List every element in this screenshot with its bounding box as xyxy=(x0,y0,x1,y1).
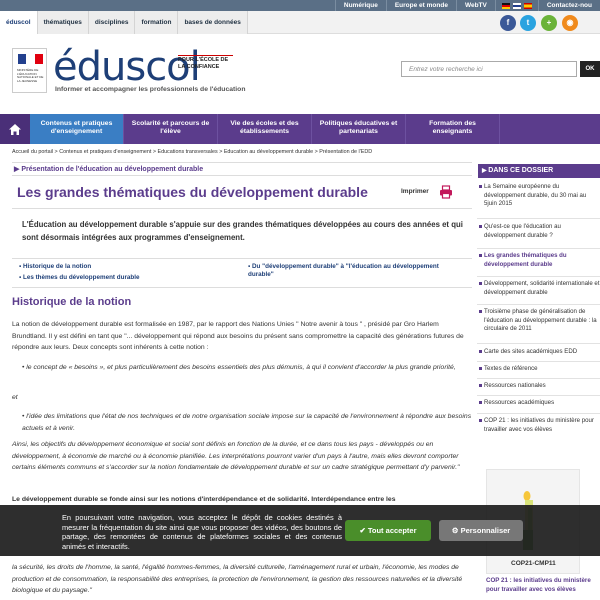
sidebar-divider xyxy=(477,378,600,379)
nav-scolarite[interactable]: Scolarité et parcours de l'élève xyxy=(124,114,218,144)
tab-bases-de-donnees[interactable]: bases de données xyxy=(178,11,248,34)
sidebar-item-label: Carte des sites académiques EDD xyxy=(484,348,578,355)
toc-themes[interactable]: ▪ Les thèmes du développement durable xyxy=(19,274,140,282)
sidebar-item[interactable]: Qu'est-ce que l'éducation au développeme… xyxy=(477,223,600,240)
breadcrumb[interactable]: Accueil du portail > Contenus et pratiqu… xyxy=(12,149,472,155)
sidebar-divider xyxy=(477,304,600,305)
home-button[interactable] xyxy=(0,114,30,144)
sidebar-item-label: Textes de référence xyxy=(484,365,538,372)
link-numerique[interactable]: Numérique xyxy=(334,0,386,11)
bullet-2-text: l'idée des limitations que l'état de nos… xyxy=(22,413,472,432)
twitter-icon[interactable]: t xyxy=(520,15,536,31)
paragraph-1: La notion de développement durable est f… xyxy=(12,321,464,351)
nav-vie-ecoles[interactable]: Vie des écoles et des établissements xyxy=(218,114,312,144)
paragraph-3: Le développement durable se fonde ainsi … xyxy=(12,496,396,503)
sidebar-item[interactable]: La Semaine européenne du développement d… xyxy=(477,183,600,209)
bullet-2: • l'idée des limitations que l'état de n… xyxy=(22,413,472,432)
marianne-flag xyxy=(18,54,43,64)
sidebar-item-current[interactable]: Les grandes thématiques du développement… xyxy=(477,252,600,269)
cop21-caption[interactable]: COP 21 : les initiatives du ministère po… xyxy=(486,577,591,594)
section-title: Historique de la notion xyxy=(12,296,132,308)
sidebar-item[interactable]: Textes de référence xyxy=(477,365,600,374)
sidebar-item-label: COP 21 : les initiatives du ministère po… xyxy=(484,417,594,433)
conjunction-et: et xyxy=(12,394,18,401)
top-bar: Numérique Europe et monde WebTV Contacte… xyxy=(0,0,600,11)
bullet-1-text: le concept de « besoins », et plus parti… xyxy=(26,364,456,371)
flag-de-icon[interactable] xyxy=(501,2,510,9)
paragraph-2: Ainsi, les objectifs du développement éc… xyxy=(12,441,460,471)
ministry-logo[interactable]: MINISTÈRE DE L'ÉDUCATION NATIONALE ET DE… xyxy=(12,48,47,93)
sidebar-item[interactable]: Troisième phase de généralisation de l'é… xyxy=(477,308,600,334)
top-links: Numérique Europe et monde WebTV Contacte… xyxy=(334,0,600,11)
sidebar-item-label: Ressources académiques xyxy=(484,399,555,406)
sidebar-divider xyxy=(477,343,600,344)
sidebar-item[interactable]: Développement, solidarité internationale… xyxy=(477,280,600,297)
rss-icon[interactable]: ◉ xyxy=(562,15,578,31)
link-contact[interactable]: Contactez-nou xyxy=(537,0,600,11)
sidebar-item[interactable]: Ressources académiques xyxy=(477,399,600,408)
plus-icon[interactable]: + xyxy=(541,15,557,31)
sidebar-divider xyxy=(477,413,600,414)
sidebar-divider xyxy=(477,218,600,219)
print-icon[interactable] xyxy=(439,185,453,199)
section-heading[interactable]: ▶ Présentation de l'éducation au dévelop… xyxy=(12,162,472,176)
sidebar-item-label: Qu'est-ce que l'éducation au développeme… xyxy=(484,223,561,239)
page-title: Les grandes thématiques du développement… xyxy=(17,184,368,200)
sidebar-item-label: Ressources nationales xyxy=(484,382,546,389)
flag-uk-icon[interactable] xyxy=(512,2,521,9)
sidebar-divider xyxy=(477,248,600,249)
sidebar-divider xyxy=(477,276,600,277)
language-flags xyxy=(494,0,538,11)
nav-contenus[interactable]: Contenus et pratiques d'enseignement xyxy=(30,114,124,144)
tab-formation[interactable]: formation xyxy=(135,11,179,34)
accept-all-button[interactable]: ✔ Tout accepter xyxy=(345,520,431,541)
link-europe[interactable]: Europe et monde xyxy=(385,0,456,11)
toc-themes-label: Les thèmes du développement durable xyxy=(22,274,140,281)
toc-historique[interactable]: ▪ Historique de la notion xyxy=(19,263,91,271)
section-heading-text: Présentation de l'éducation au développe… xyxy=(21,166,204,173)
cookie-text: En poursuivant votre navigation, vous ac… xyxy=(62,513,342,551)
accept-all-label: Tout accepter xyxy=(367,526,417,535)
customize-label: Personnaliser xyxy=(460,526,511,535)
tab-eduscol[interactable]: éduscol xyxy=(0,11,38,34)
search-button[interactable]: OK xyxy=(580,61,600,77)
logo-text: MINISTÈRE DE L'ÉDUCATION NATIONALE ET DE… xyxy=(17,68,44,83)
gear-icon: ⚙ xyxy=(451,526,461,535)
sidebar-item-label: Troisième phase de généralisation de l'é… xyxy=(484,308,597,332)
sidebar-item-label: La Semaine européenne du développement d… xyxy=(484,183,587,207)
tagline: Informer et accompagner les professionne… xyxy=(55,86,246,93)
sidebar-divider xyxy=(477,361,600,362)
sidebar-title: DANS CE DOSSIER xyxy=(478,164,600,178)
flag-es-icon[interactable] xyxy=(523,2,532,9)
toc-du-dd-a-edd[interactable]: ▪ Du "développement durable" à "l'éducat… xyxy=(248,263,448,279)
customize-button[interactable]: ⚙ Personnaliser xyxy=(439,520,523,541)
tab-thematiques[interactable]: thématiques xyxy=(37,11,89,34)
sidebar-divider xyxy=(477,395,600,396)
table-of-contents: ▪ Historique de la notion ▪ Les thèmes d… xyxy=(12,258,472,288)
sidebar-item[interactable]: Ressources nationales xyxy=(477,382,600,391)
nav-politiques[interactable]: Politiques éducatives et partenariats xyxy=(312,114,406,144)
sidebar-item-label: Développement, solidarité internationale… xyxy=(484,280,600,296)
toc-du-dd-label: Du "développement durable" à "l'éducatio… xyxy=(248,263,439,278)
link-webtv[interactable]: WebTV xyxy=(455,0,495,11)
home-icon xyxy=(9,123,21,135)
paragraph-4: la sécurité, les droits de l'homme, la s… xyxy=(12,564,463,594)
print-label[interactable]: Imprimer xyxy=(401,188,429,195)
nav-formation[interactable]: Formation des enseignants xyxy=(406,114,500,144)
search-input[interactable]: Entrez votre recherche ici xyxy=(401,61,577,77)
sidebar-item[interactable]: COP 21 : les initiatives du ministère po… xyxy=(477,417,600,434)
divider xyxy=(12,208,472,209)
brand-subtitle: POUR L'ÉCOLE DE LA CONFIANCE xyxy=(178,55,233,71)
check-icon: ✔ xyxy=(359,526,368,535)
site-bar: éduscol thématiques disciplines formatio… xyxy=(0,11,600,34)
facebook-icon[interactable]: f xyxy=(500,15,516,31)
bullet-1: • le concept de « besoins », et plus par… xyxy=(22,364,456,371)
toc-historique-label: Historique de la notion xyxy=(22,263,92,270)
cop21-poster-label: COP21-CMP11 xyxy=(511,560,556,567)
sidebar-item[interactable]: Carte des sites académiques EDD xyxy=(477,348,600,357)
tab-disciplines[interactable]: disciplines xyxy=(88,11,136,34)
main-nav: Contenus et pratiques d'enseignement Sco… xyxy=(0,114,600,144)
sidebar-item-label: Les grandes thématiques du développement… xyxy=(484,252,567,268)
article-intro: L'Éducation au développement durable s'a… xyxy=(22,220,463,242)
